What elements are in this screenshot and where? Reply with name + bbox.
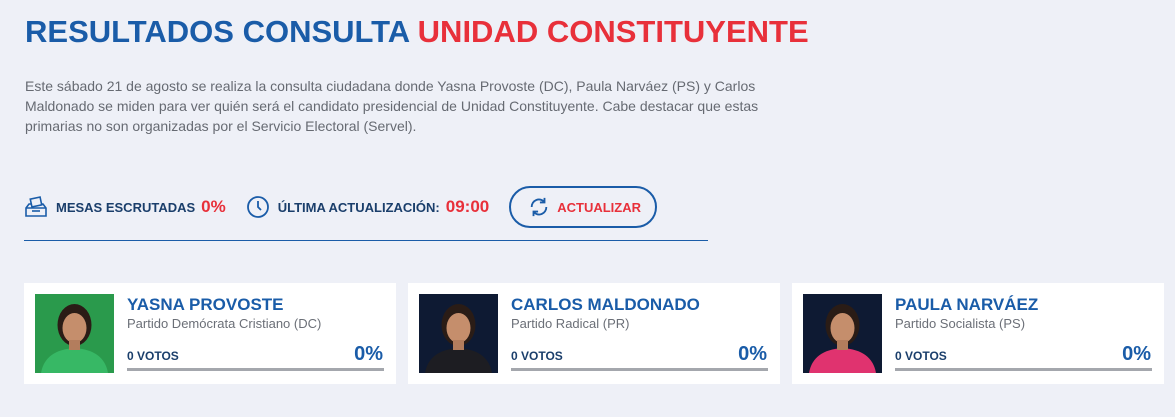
refresh-icon <box>527 195 551 219</box>
candidate-card: PAULA NARVÁEZ Partido Socialista (PS) 0 … <box>792 283 1164 384</box>
tables-label: MESAS ESCRUTADAS <box>56 199 196 215</box>
title-main: RESULTADOS CONSULTA <box>25 14 410 49</box>
candidate-votes: 0 VOTOS <box>127 349 179 363</box>
last-update: ÚLTIMA ACTUALIZACIÓN: 09:00 <box>246 195 489 219</box>
candidate-votes: 0 VOTOS <box>895 349 947 363</box>
candidate-card: YASNA PROVOSTE Partido Demócrata Cristia… <box>24 283 396 384</box>
status-bar: MESAS ESCRUTADAS 0% ÚLTIMA ACTUALIZACIÓN… <box>24 186 658 228</box>
candidate-photo <box>419 294 498 373</box>
ballot-box-icon <box>24 195 48 219</box>
update-label: ÚLTIMA ACTUALIZACIÓN: <box>277 199 440 215</box>
intro-paragraph: Este sábado 21 de agosto se realiza la c… <box>25 78 759 134</box>
progress-bar <box>511 368 768 371</box>
candidate-percent: 0% <box>1122 343 1151 365</box>
divider <box>24 240 708 241</box>
candidate-party: Partido Demócrata Cristiano (DC) <box>127 316 322 331</box>
tables-counted: MESAS ESCRUTADAS 0% <box>24 195 226 219</box>
candidate-list: YASNA PROVOSTE Partido Demócrata Cristia… <box>24 283 1175 384</box>
candidate-party: Partido Socialista (PS) <box>895 316 1026 331</box>
candidate-name: YASNA PROVOSTE <box>127 295 284 314</box>
candidate-percent: 0% <box>354 343 383 365</box>
progress-bar <box>127 368 384 371</box>
refresh-button[interactable]: ACTUALIZAR <box>509 186 658 228</box>
candidate-name: CARLOS MALDONADO <box>511 295 700 314</box>
page-title: RESULTADOS CONSULTA UNIDAD CONSTITUYENTE <box>25 14 809 50</box>
candidate-votes: 0 VOTOS <box>511 349 563 363</box>
update-value: 09:00 <box>445 197 490 216</box>
clock-icon <box>246 195 270 219</box>
title-highlight: UNIDAD CONSTITUYENTE <box>417 14 809 49</box>
candidate-name: PAULA NARVÁEZ <box>895 295 1039 314</box>
candidate-photo <box>803 294 882 373</box>
progress-bar <box>895 368 1152 371</box>
candidate-party: Partido Radical (PR) <box>511 316 630 331</box>
candidate-percent: 0% <box>738 343 767 365</box>
candidate-photo <box>35 294 114 373</box>
refresh-label: ACTUALIZAR <box>557 199 641 215</box>
tables-value: 0% <box>201 197 226 216</box>
candidate-card: CARLOS MALDONADO Partido Radical (PR) 0 … <box>408 283 780 384</box>
